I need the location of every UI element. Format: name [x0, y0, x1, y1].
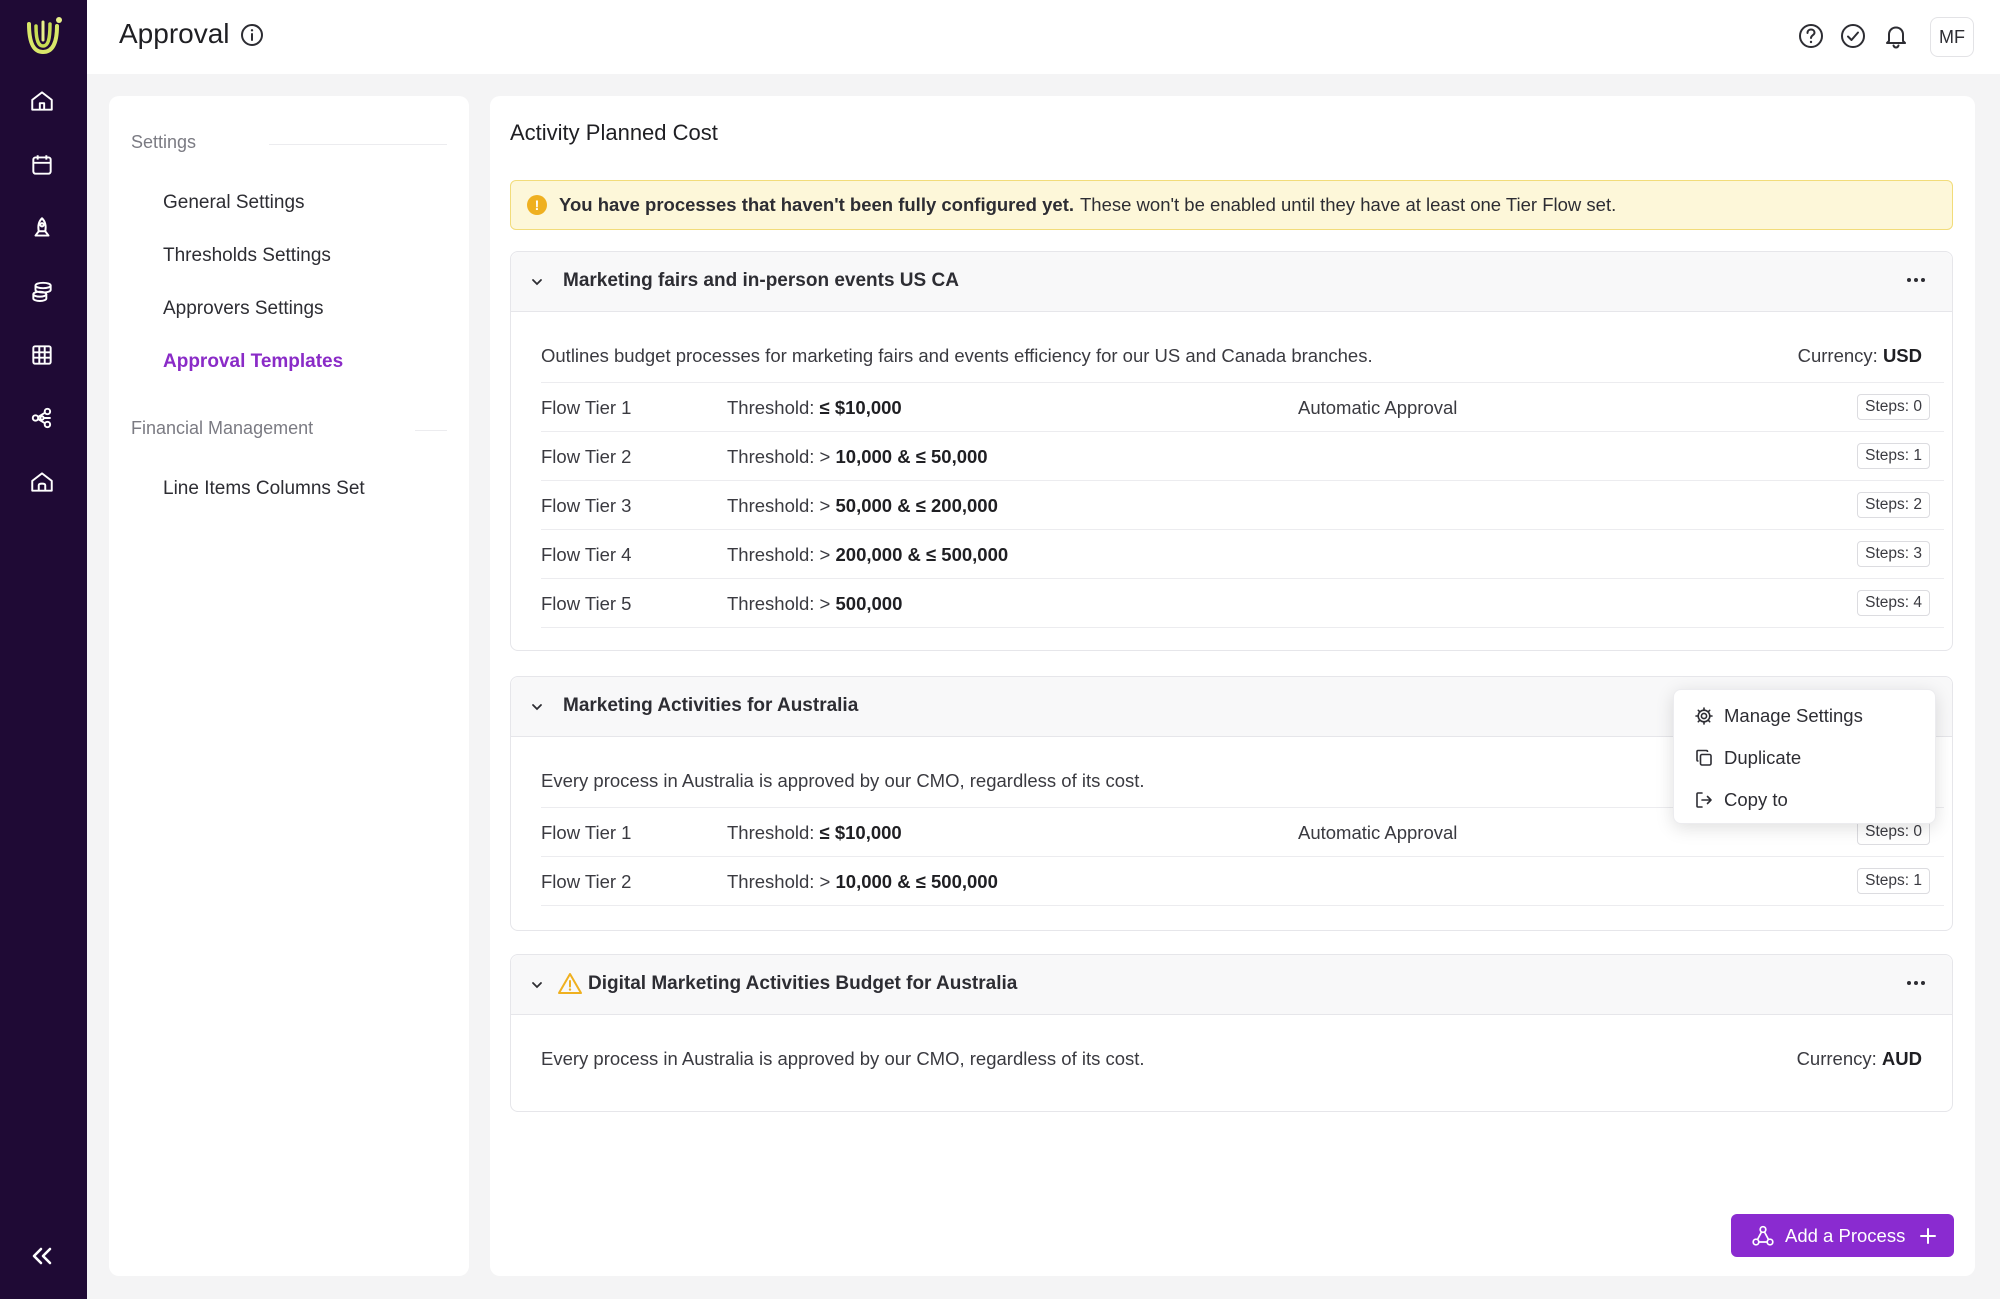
tier-name: Flow Tier 5: [541, 593, 632, 614]
more-options-icon[interactable]: [1902, 266, 1930, 294]
steps-badge: Steps: 1: [1857, 443, 1930, 469]
tier-threshold: Threshold: > 500,000: [727, 593, 903, 614]
tier-row[interactable]: Flow Tier 5 Threshold: > 500,000 Steps: …: [541, 578, 1944, 627]
double-chevron-left-icon[interactable]: [27, 1241, 57, 1271]
info-icon[interactable]: [239, 22, 265, 48]
help-icon[interactable]: [1797, 22, 1825, 50]
bell-icon[interactable]: [1882, 22, 1910, 50]
tier-approval-type: Automatic Approval: [1298, 822, 1458, 843]
sidebar-group-settings: Settings: [131, 132, 197, 152]
menu-item-label: Manage Settings: [1724, 705, 1863, 726]
coins-icon[interactable]: [27, 277, 57, 307]
top-header: Approval MF: [87, 0, 2000, 74]
tier-row[interactable]: Flow Tier 1 Threshold: ≤ $10,000 Automat…: [541, 382, 1944, 431]
warning-triangle-icon: [558, 973, 582, 994]
tier-threshold: Threshold: ≤ $10,000: [727, 822, 902, 843]
tier-row[interactable]: Flow Tier 3 Threshold: > 50,000 & ≤ 200,…: [541, 480, 1944, 529]
sidebar-item-approvers-settings[interactable]: Approvers Settings: [163, 298, 324, 320]
sidebar-item-line-items-columns-set[interactable]: Line Items Columns Set: [163, 478, 365, 500]
tier-approval-type: Automatic Approval: [1298, 397, 1458, 418]
app-logo-icon[interactable]: [20, 12, 66, 58]
tier-name: Flow Tier 1: [541, 822, 632, 843]
user-avatar[interactable]: MF: [1930, 17, 1974, 57]
process-card: Marketing fairs and in-person events US …: [510, 251, 1953, 651]
exclamation-icon: !: [527, 195, 547, 215]
process-card-header[interactable]: Marketing fairs and in-person events US …: [511, 252, 1952, 312]
warning-title: You have processes that haven't been ful…: [559, 194, 1074, 215]
sidebar-group-financial-management: Financial Management: [131, 418, 314, 438]
rocket-icon[interactable]: [27, 213, 57, 243]
process-options-menu: Manage Settings Duplicate Copy to: [1673, 689, 1936, 824]
add-process-button[interactable]: Add a Process: [1731, 1214, 1954, 1257]
workflow-icon: [1752, 1225, 1774, 1246]
divider: [269, 144, 447, 145]
add-process-label: Add a Process: [1785, 1224, 1906, 1246]
tier-name: Flow Tier 2: [541, 871, 632, 892]
page-title: Approval: [119, 18, 230, 49]
tier-threshold: Threshold: > 10,000 & ≤ 500,000: [727, 871, 998, 892]
tier-name: Flow Tier 4: [541, 544, 632, 565]
warning-banner: ! You have processes that haven't been f…: [510, 180, 1953, 230]
tier-threshold: Threshold: > 10,000 & ≤ 50,000: [727, 446, 988, 467]
tier-row[interactable]: Flow Tier 2 Threshold: > 10,000 & ≤ 500,…: [541, 856, 1944, 905]
tier-threshold: Threshold: > 50,000 & ≤ 200,000: [727, 495, 998, 516]
sidebar-item-approval-templates[interactable]: Approval Templates: [163, 351, 343, 373]
chevron-down-icon[interactable]: [529, 274, 545, 290]
process-name: Marketing Activities for Australia: [563, 695, 859, 716]
network-icon[interactable]: [27, 403, 57, 433]
tier-name: Flow Tier 3: [541, 495, 632, 516]
sidebar-item-general-settings[interactable]: General Settings: [163, 192, 305, 214]
steps-badge: Steps: 0: [1857, 394, 1930, 420]
menu-item-label: Copy to: [1724, 789, 1788, 810]
steps-badge: Steps: 2: [1857, 492, 1930, 518]
steps-badge: Steps: 4: [1857, 590, 1930, 616]
chevron-down-icon[interactable]: [529, 977, 545, 993]
process-currency: Currency: USD: [1797, 345, 1922, 366]
process-card: Digital Marketing Activities Budget for …: [510, 954, 1953, 1112]
menu-item-manage-settings[interactable]: Manage Settings: [1694, 702, 1863, 730]
copy-to-icon: [1696, 792, 1712, 808]
home-icon[interactable]: [27, 86, 57, 116]
tier-name: Flow Tier 2: [541, 446, 632, 467]
settings-sidebar: Settings General Settings Thresholds Set…: [109, 96, 469, 1276]
more-options-icon[interactable]: [1902, 969, 1930, 997]
warning-text: These won't be enabled until they have a…: [1080, 194, 1617, 215]
divider: [541, 627, 1944, 628]
process-description: Outlines budget processes for marketing …: [541, 345, 1373, 366]
steps-badge: Steps: 3: [1857, 541, 1930, 567]
sidebar-item-thresholds-settings[interactable]: Thresholds Settings: [163, 245, 331, 267]
grid-table-icon[interactable]: [27, 340, 57, 370]
divider: [541, 905, 1944, 906]
menu-item-label: Duplicate: [1724, 747, 1802, 768]
section-title: Activity Planned Cost: [510, 120, 718, 145]
menu-item-duplicate[interactable]: Duplicate: [1694, 744, 1801, 772]
process-currency: Currency: AUD: [1796, 1048, 1922, 1069]
chevron-down-icon[interactable]: [529, 699, 545, 715]
check-circle-icon[interactable]: [1839, 22, 1867, 50]
process-name: Digital Marketing Activities Budget for …: [588, 973, 1018, 994]
nav-rail: [0, 0, 87, 1299]
tier-threshold: Threshold: ≤ $10,000: [727, 397, 902, 418]
duplicate-icon: [1696, 749, 1712, 766]
calendar-icon[interactable]: [27, 150, 57, 180]
process-card-header[interactable]: Digital Marketing Activities Budget for …: [511, 955, 1952, 1015]
process-name: Marketing fairs and in-person events US …: [563, 270, 959, 291]
home-outline-icon[interactable]: [27, 467, 57, 497]
process-description: Every process in Australia is approved b…: [541, 770, 1145, 791]
divider: [415, 430, 447, 431]
tier-row[interactable]: Flow Tier 4 Threshold: > 200,000 & ≤ 500…: [541, 529, 1944, 578]
tier-row[interactable]: Flow Tier 2 Threshold: > 10,000 & ≤ 50,0…: [541, 431, 1944, 480]
tier-name: Flow Tier 1: [541, 397, 632, 418]
process-description: Every process in Australia is approved b…: [541, 1048, 1145, 1069]
main-content: Activity Planned Cost ! You have process…: [490, 96, 1975, 1276]
gear-icon: [1695, 707, 1713, 725]
plus-icon: [1920, 1227, 1937, 1244]
tier-threshold: Threshold: > 200,000 & ≤ 500,000: [727, 544, 1009, 565]
menu-item-copy-to[interactable]: Copy to: [1694, 786, 1788, 814]
steps-badge: Steps: 1: [1857, 868, 1930, 894]
